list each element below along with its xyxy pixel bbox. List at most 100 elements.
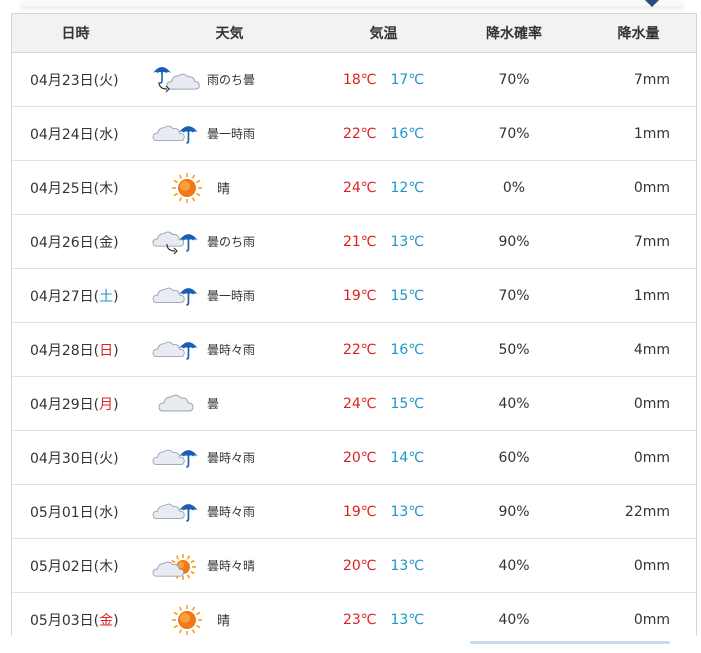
low-temp: 12℃	[390, 179, 425, 196]
table-header-row: 日時 天気 気温 降水確率 降水量	[12, 13, 696, 53]
precip-amount-cell: 22mm	[624, 503, 670, 520]
column-header-precip-prob: 降水確率	[486, 26, 542, 42]
date-text: 04月28日(	[30, 342, 100, 359]
temperature-cell: 22℃ 16℃	[320, 126, 447, 142]
cloudy-then-rain-icon	[151, 224, 201, 260]
weather-cell: 曇	[139, 386, 320, 422]
column-header-precip-amount: 降水量	[617, 26, 660, 42]
date-cell: 05月03日(金)	[12, 610, 139, 630]
temperature-cell: 21℃ 13℃	[320, 234, 447, 250]
weekday-text: 水	[99, 504, 114, 521]
high-temp: 24℃	[342, 179, 377, 196]
high-temp: 20℃	[342, 557, 377, 574]
high-temp: 24℃	[342, 395, 377, 412]
temperature-cell: 23℃ 13℃	[320, 612, 447, 628]
date-cell: 05月02日(木)	[12, 556, 139, 576]
low-temp: 14℃	[390, 449, 425, 466]
date-text: 04月27日(	[30, 288, 100, 305]
low-temp: 15℃	[390, 395, 425, 412]
date-close-paren: )	[113, 342, 119, 359]
cloudy-occasional-rain-icon	[151, 278, 201, 314]
weather-label: 晴	[217, 614, 231, 629]
weather-cell: 晴	[139, 602, 320, 638]
temperature-cell: 24℃ 12℃	[320, 180, 447, 196]
sunny-icon	[169, 602, 205, 638]
precip-amount-cell: 1mm	[633, 287, 670, 304]
weather-cell: 雨のち曇	[139, 62, 320, 98]
weather-cell: 曇一時雨	[139, 116, 320, 152]
top-panel-edge	[22, 0, 682, 7]
weather-label: 曇時々晴	[207, 559, 256, 573]
precip-prob-cell: 50%	[498, 341, 530, 358]
date-text: 04月25日(	[30, 180, 100, 197]
temperature-cell: 22℃ 16℃	[320, 342, 447, 358]
precip-prob-cell: 40%	[498, 611, 530, 628]
temperature-cell: 20℃ 13℃	[320, 558, 447, 574]
precip-prob-cell: 40%	[498, 395, 530, 412]
low-temp: 16℃	[390, 125, 425, 142]
date-close-paren: )	[113, 612, 119, 629]
table-body: 04月23日(火) 雨のち曇 18℃ 17℃ 70% 7mm 04月24日(水)…	[12, 53, 696, 647]
low-temp: 13℃	[390, 557, 425, 574]
table-row: 04月24日(水) 曇一時雨 22℃ 16℃ 70% 1mm	[12, 107, 696, 161]
table-row: 04月29日(月) 曇 24℃ 15℃ 40% 0mm	[12, 377, 696, 431]
weather-cell: 晴	[139, 170, 320, 206]
date-close-paren: )	[113, 504, 119, 521]
weekday-text: 金	[99, 234, 114, 251]
high-temp: 21℃	[342, 233, 377, 250]
date-cell: 04月29日(月)	[12, 394, 139, 414]
weather-label: 晴	[217, 182, 231, 197]
cloudy-occasional-rain-icon	[151, 116, 201, 152]
precip-amount-cell: 0mm	[633, 557, 670, 574]
weather-cell: 曇時々雨	[139, 494, 320, 530]
weather-label: 曇一時雨	[207, 127, 256, 141]
weather-cell: 曇一時雨	[139, 278, 320, 314]
high-temp: 22℃	[342, 125, 377, 142]
low-temp: 16℃	[390, 341, 425, 358]
table-row: 04月30日(火) 曇時々雨 20℃ 14℃ 60% 0mm	[12, 431, 696, 485]
high-temp: 19℃	[342, 503, 377, 520]
table-row: 04月25日(木) 晴 24℃ 12℃ 0% 0mm	[12, 161, 696, 215]
date-text: 04月24日(	[30, 126, 100, 143]
weekday-text: 木	[99, 558, 114, 575]
table-row: 05月01日(水) 曇時々雨 19℃ 13℃ 90% 22mm	[12, 485, 696, 539]
precip-amount-cell: 1mm	[633, 125, 670, 142]
column-header-date: 日時	[61, 26, 90, 42]
precip-amount-cell: 0mm	[633, 611, 670, 628]
weather-label: 雨のち曇	[207, 73, 256, 87]
table-row: 04月23日(火) 雨のち曇 18℃ 17℃ 70% 7mm	[12, 53, 696, 107]
weather-cell: 曇時々晴	[139, 548, 320, 584]
table-row: 04月28日(日) 曇時々雨 22℃ 16℃ 50% 4mm	[12, 323, 696, 377]
weather-label: 曇時々雨	[207, 451, 256, 465]
precip-prob-cell: 90%	[498, 503, 530, 520]
temperature-cell: 24℃ 15℃	[320, 396, 447, 412]
high-temp: 22℃	[342, 341, 377, 358]
temperature-cell: 19℃ 13℃	[320, 504, 447, 520]
date-close-paren: )	[113, 558, 119, 575]
date-close-paren: )	[113, 234, 119, 251]
date-cell: 04月26日(金)	[12, 232, 139, 252]
date-text: 05月03日(	[30, 612, 100, 629]
weather-cell: 曇のち雨	[139, 224, 320, 260]
weekday-text: 金	[99, 612, 114, 629]
weekday-text: 土	[99, 288, 114, 305]
table-row: 04月27日(土) 曇一時雨 19℃ 15℃ 70% 1mm	[12, 269, 696, 323]
date-close-paren: )	[113, 288, 119, 305]
date-text: 04月29日(	[30, 396, 100, 413]
precip-prob-cell: 70%	[498, 125, 530, 142]
chevron-down-icon	[645, 0, 659, 7]
date-text: 04月26日(	[30, 234, 100, 251]
precip-amount-cell: 0mm	[633, 179, 670, 196]
weekday-text: 火	[99, 72, 114, 89]
cloudy-sometimes-sunny-icon	[151, 548, 201, 584]
high-temp: 18℃	[342, 71, 377, 88]
precip-prob-cell: 70%	[498, 287, 530, 304]
low-temp: 15℃	[390, 287, 425, 304]
column-header-temperature: 気温	[369, 26, 398, 42]
temperature-cell: 18℃ 17℃	[320, 72, 447, 88]
weekday-text: 火	[99, 450, 114, 467]
weather-cell: 曇時々雨	[139, 440, 320, 476]
date-cell: 04月25日(木)	[12, 178, 139, 198]
weekday-text: 木	[99, 180, 114, 197]
weekday-text: 月	[99, 396, 114, 413]
